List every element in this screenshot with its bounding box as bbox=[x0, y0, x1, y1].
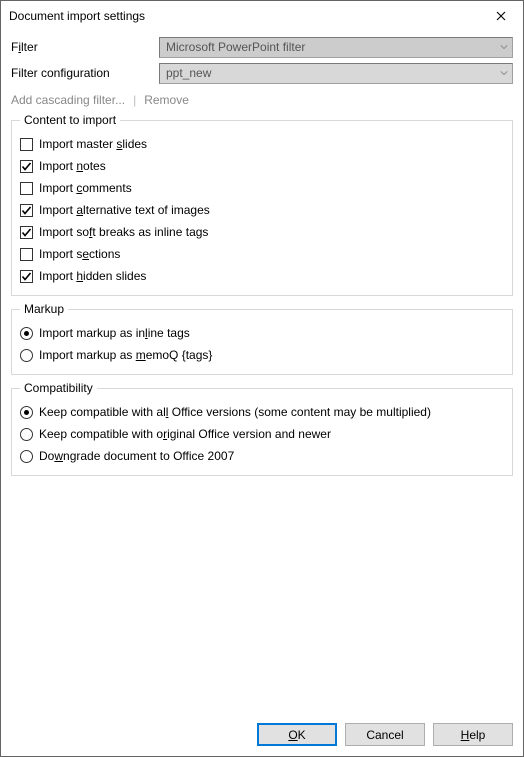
option-label-compat-orig: Keep compatible with original Office ver… bbox=[39, 427, 331, 441]
chevron-down-icon bbox=[500, 43, 508, 51]
option-markup-memoq[interactable]: Import markup as memoQ {tags} bbox=[20, 344, 504, 366]
check-icon bbox=[21, 271, 32, 282]
close-icon bbox=[496, 11, 506, 21]
check-icon bbox=[21, 161, 32, 172]
markup-legend: Markup bbox=[20, 302, 68, 316]
filter-label: Filter bbox=[11, 40, 159, 54]
spacer bbox=[11, 482, 513, 713]
option-label-notes: Import notes bbox=[39, 159, 106, 173]
checkbox-comments[interactable] bbox=[20, 182, 33, 195]
filter-config-select[interactable]: ppt_new bbox=[159, 63, 513, 84]
linkbar: Add cascading filter... | Remove bbox=[11, 87, 513, 113]
titlebar: Document import settings bbox=[1, 1, 523, 31]
markup-group: Markup Import markup as inline tags Impor… bbox=[11, 302, 513, 375]
filter-select-value: Microsoft PowerPoint filter bbox=[166, 40, 305, 54]
cancel-button[interactable]: Cancel bbox=[345, 723, 425, 746]
check-icon bbox=[21, 205, 32, 216]
remove-filter-link[interactable]: Remove bbox=[144, 93, 189, 107]
option-label-comments: Import comments bbox=[39, 181, 132, 195]
option-alt-text[interactable]: Import alternative text of images bbox=[20, 199, 504, 221]
radio-compat-all[interactable] bbox=[20, 406, 33, 419]
option-compat-all[interactable]: Keep compatible with all Office versions… bbox=[20, 401, 504, 423]
checkbox-master-slides[interactable] bbox=[20, 138, 33, 151]
option-compat-2007[interactable]: Downgrade document to Office 2007 bbox=[20, 445, 504, 467]
help-button[interactable]: Help bbox=[433, 723, 513, 746]
chevron-down-icon bbox=[500, 69, 508, 77]
filter-config-label: Filter configuration bbox=[11, 66, 159, 80]
option-label-markup-inline: Import markup as inline tags bbox=[39, 326, 190, 340]
radio-dot-icon bbox=[24, 331, 29, 336]
filter-config-row: Filter configuration ppt_new bbox=[11, 61, 513, 85]
option-label-markup-memoq: Import markup as memoQ {tags} bbox=[39, 348, 212, 362]
radio-dot-icon bbox=[24, 410, 29, 415]
dialog-content: Filter Microsoft PowerPoint filter Filte… bbox=[1, 31, 523, 713]
option-markup-inline[interactable]: Import markup as inline tags bbox=[20, 322, 504, 344]
content-to-import-group: Content to import Import master slides Im… bbox=[11, 113, 513, 296]
filter-select[interactable]: Microsoft PowerPoint filter bbox=[159, 37, 513, 58]
radio-markup-inline[interactable] bbox=[20, 327, 33, 340]
checkbox-soft-breaks[interactable] bbox=[20, 226, 33, 239]
option-label-alt-text: Import alternative text of images bbox=[39, 203, 210, 217]
option-notes[interactable]: Import notes bbox=[20, 155, 504, 177]
checkbox-notes[interactable] bbox=[20, 160, 33, 173]
checkbox-sections[interactable] bbox=[20, 248, 33, 261]
radio-compat-2007[interactable] bbox=[20, 450, 33, 463]
option-label-compat-2007: Downgrade document to Office 2007 bbox=[39, 449, 234, 463]
checkbox-hidden-slides[interactable] bbox=[20, 270, 33, 283]
add-cascading-filter-link[interactable]: Add cascading filter... bbox=[11, 93, 125, 107]
option-master-slides[interactable]: Import master slides bbox=[20, 133, 504, 155]
radio-markup-memoq[interactable] bbox=[20, 349, 33, 362]
linkbar-separator: | bbox=[133, 93, 136, 107]
option-compat-orig[interactable]: Keep compatible with original Office ver… bbox=[20, 423, 504, 445]
radio-compat-orig[interactable] bbox=[20, 428, 33, 441]
window-title: Document import settings bbox=[9, 9, 145, 23]
filter-row: Filter Microsoft PowerPoint filter bbox=[11, 35, 513, 59]
option-soft-breaks[interactable]: Import soft breaks as inline tags bbox=[20, 221, 504, 243]
option-label-hidden-slides: Import hidden slides bbox=[39, 269, 146, 283]
option-label-soft-breaks: Import soft breaks as inline tags bbox=[39, 225, 208, 239]
filter-config-select-value: ppt_new bbox=[166, 66, 211, 80]
compatibility-group: Compatibility Keep compatible with all O… bbox=[11, 381, 513, 476]
compatibility-legend: Compatibility bbox=[20, 381, 97, 395]
option-comments[interactable]: Import comments bbox=[20, 177, 504, 199]
option-label-master-slides: Import master slides bbox=[39, 137, 147, 151]
content-to-import-legend: Content to import bbox=[20, 113, 120, 127]
option-hidden-slides[interactable]: Import hidden slides bbox=[20, 265, 504, 287]
option-label-sections: Import sections bbox=[39, 247, 120, 261]
ok-button[interactable]: OK bbox=[257, 723, 337, 746]
option-label-compat-all: Keep compatible with all Office versions… bbox=[39, 405, 431, 419]
check-icon bbox=[21, 227, 32, 238]
checkbox-alt-text[interactable] bbox=[20, 204, 33, 217]
dialog-footer: OK Cancel Help bbox=[1, 713, 523, 756]
close-button[interactable] bbox=[478, 1, 523, 31]
option-sections[interactable]: Import sections bbox=[20, 243, 504, 265]
